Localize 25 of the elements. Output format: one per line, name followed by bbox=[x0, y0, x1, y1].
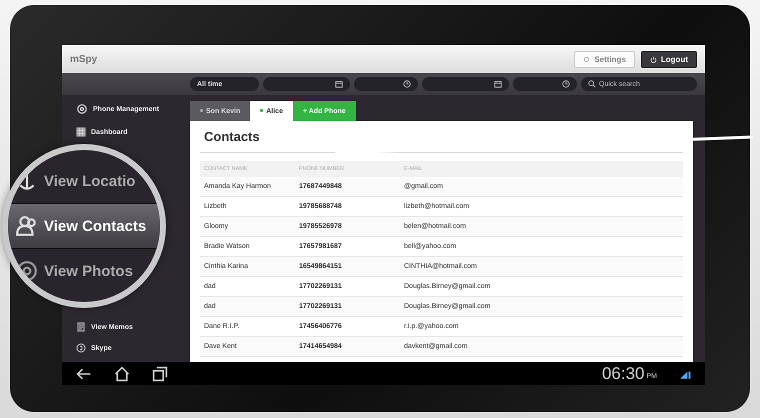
clock-time: 06:30 bbox=[602, 364, 644, 384]
home-icon bbox=[114, 366, 130, 382]
magnified-menu-item[interactable]: View Locatio bbox=[8, 159, 160, 203]
chat-icon bbox=[76, 343, 86, 353]
grid-icon bbox=[76, 127, 86, 137]
date-field[interactable] bbox=[262, 77, 350, 91]
calendar-icon bbox=[334, 80, 343, 88]
clock-icon bbox=[562, 80, 570, 88]
settings-icon bbox=[583, 56, 590, 62]
time-field[interactable] bbox=[354, 77, 418, 91]
time-field[interactable] bbox=[512, 77, 577, 91]
magnified-menu-item[interactable]: View Photos bbox=[8, 249, 160, 293]
app-logo: mSpy bbox=[70, 54, 98, 64]
calendar-icon bbox=[494, 80, 502, 88]
power-icon bbox=[650, 56, 657, 62]
search-icon bbox=[588, 80, 596, 88]
back-icon bbox=[76, 366, 92, 382]
note-icon bbox=[76, 322, 86, 332]
people-icon bbox=[16, 215, 38, 237]
recent-apps-icon bbox=[152, 366, 168, 382]
clock-icon bbox=[402, 80, 411, 88]
date-field[interactable] bbox=[422, 77, 509, 91]
page-title: Contacts bbox=[200, 121, 683, 153]
logout-button[interactable]: Logout bbox=[640, 50, 697, 68]
magnified-menu-item[interactable]: View Contacts bbox=[8, 203, 160, 249]
